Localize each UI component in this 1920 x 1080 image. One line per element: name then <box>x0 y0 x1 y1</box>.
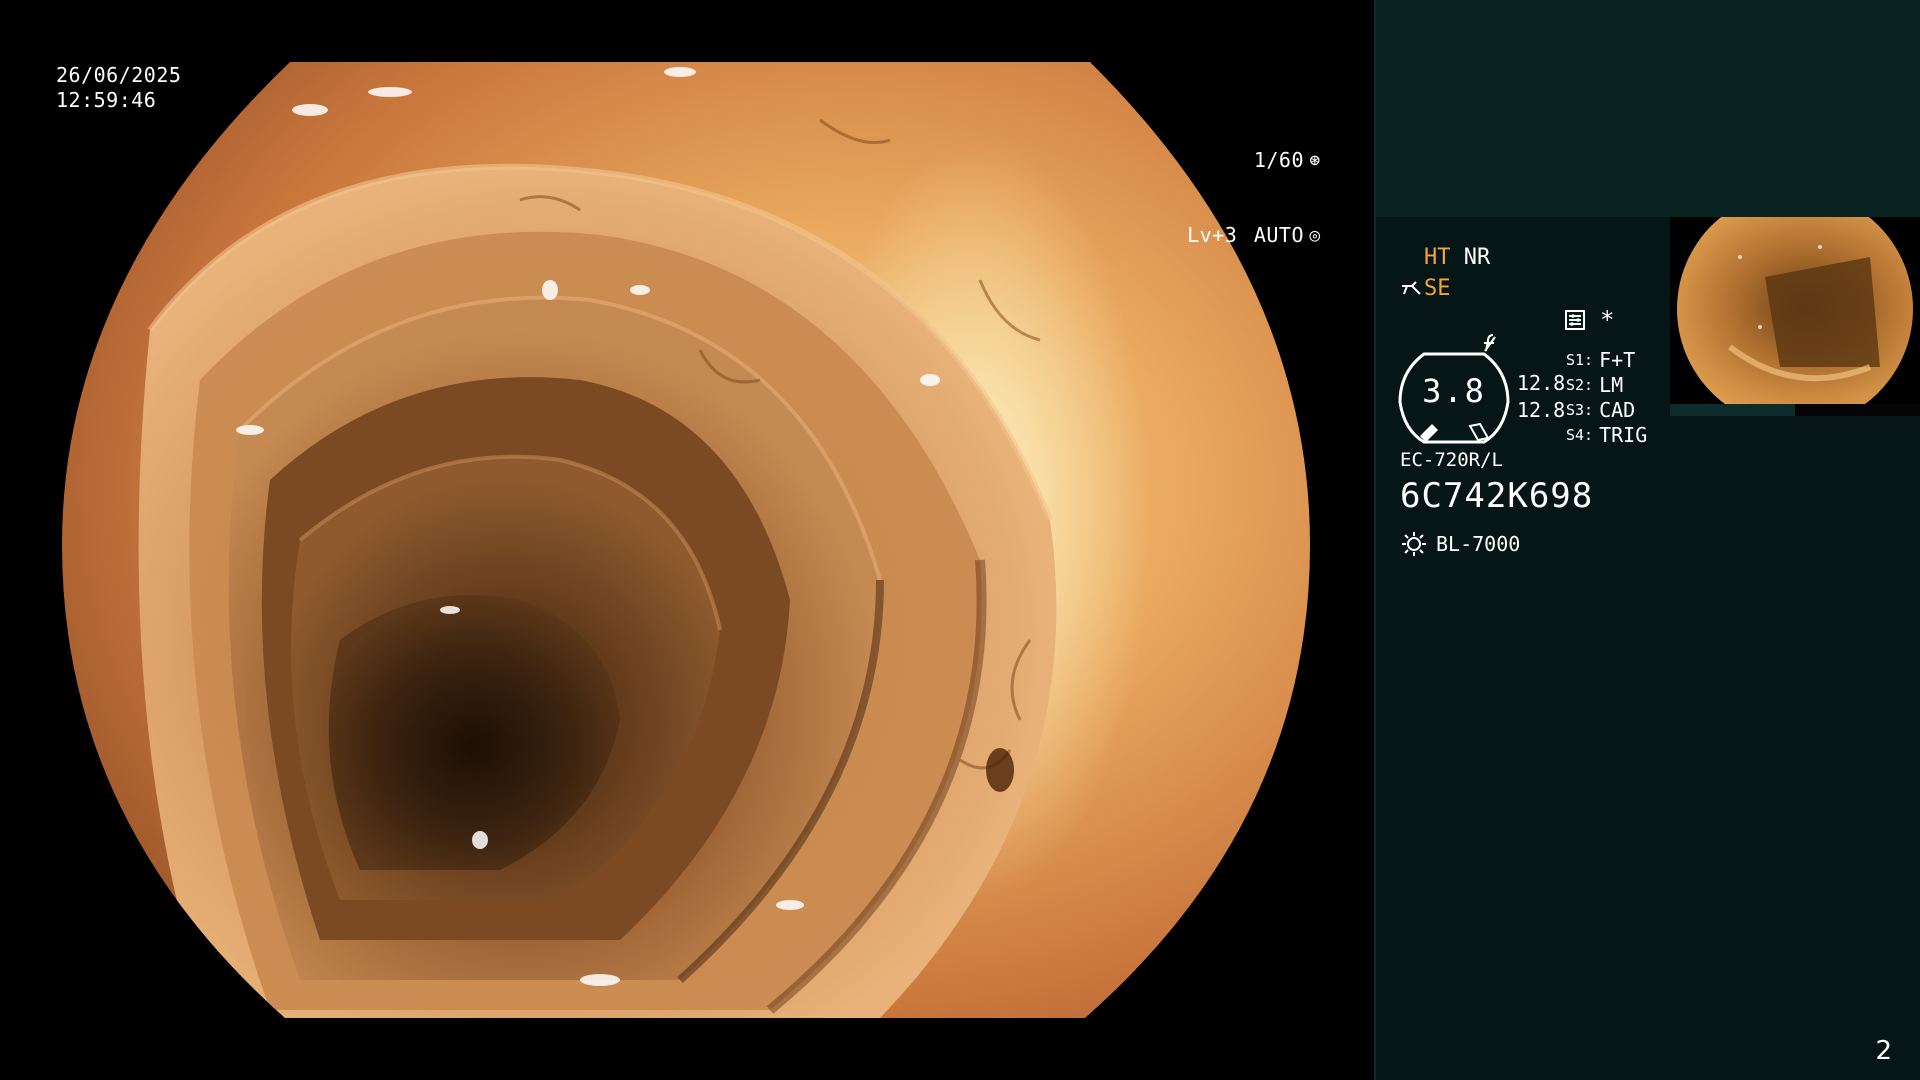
switch-key: S4: <box>1566 426 1594 444</box>
date-text: 26/06/2025 <box>56 63 182 87</box>
gauge-side-values: 12.8 12.8 <box>1517 370 1565 424</box>
lamp-label: BL-7000 <box>1436 532 1521 556</box>
gauge-side-value: 12.8 <box>1517 398 1566 422</box>
thumbnail-status-segment <box>1670 404 1795 416</box>
aperture-icon: ⊛ <box>1309 150 1321 171</box>
settings-icon <box>1565 310 1585 330</box>
endoscopy-screen: 26/06/2025 12:59:46 1/60 ⊛ Lv+3 AUTO ◎ HT… <box>0 0 1920 1080</box>
capture-thumbnail[interactable] <box>1670 217 1920 415</box>
structure-enhance-icon <box>1402 280 1421 295</box>
enhancement-row: HT NR <box>1424 245 1490 270</box>
settings-row: * <box>1564 306 1614 334</box>
switch-key: S3: <box>1566 401 1594 419</box>
lamp-icon <box>1402 532 1426 556</box>
iris-icon: ◎ <box>1309 225 1321 246</box>
info-panel: HT NR SE * 3.8 12.8 12.8 S1: F+T S2: LM … <box>1374 0 1920 1080</box>
panel-divider <box>1374 0 1376 1080</box>
switch-item: S3: CAD <box>1566 398 1647 423</box>
switch-value: TRIG <box>1599 423 1648 447</box>
switch-value: F+T <box>1599 348 1636 372</box>
panel-top-area <box>1374 0 1920 217</box>
scope-model: EC-720R/L <box>1400 449 1503 471</box>
colon-lumen-image <box>62 62 1310 1018</box>
light-source-row: BL-7000 <box>1400 530 1520 558</box>
se-row: SE <box>1400 276 1451 301</box>
gauge-side-value: 12.8 <box>1517 371 1566 395</box>
switch-item: S4: TRIG <box>1566 423 1647 448</box>
switch-key: S1: <box>1566 351 1594 369</box>
thumbnail-image <box>1670 217 1920 415</box>
time-text: 12:59:46 <box>56 88 157 112</box>
exposure-readout: 1/60 ⊛ Lv+3 AUTO ◎ <box>1187 98 1324 298</box>
page-number: 2 <box>1875 1036 1892 1066</box>
switch-item: S1: F+T <box>1566 348 1647 373</box>
level-text: Lv+3 <box>1187 223 1238 247</box>
shutter-text: 1/60 <box>1253 148 1304 172</box>
switch-value: LM <box>1599 373 1624 397</box>
endoscope-view: 26/06/2025 12:59:46 1/60 ⊛ Lv+3 AUTO ◎ <box>0 0 1374 1080</box>
ht-label: HT <box>1424 245 1451 270</box>
switch-item: S2: LM <box>1566 373 1647 398</box>
se-label: SE <box>1424 276 1451 301</box>
nr-label: NR <box>1463 245 1491 270</box>
color-mode-icon <box>1484 334 1497 352</box>
scope-switch-list: S1: F+T S2: LM S3: CAD S4: TRIG <box>1566 348 1647 448</box>
thumbnail-status-bar <box>1670 404 1920 416</box>
switch-value: CAD <box>1599 398 1636 422</box>
date-time-readout: 26/06/2025 12:59:46 <box>56 63 181 113</box>
star-marker: * <box>1600 306 1615 334</box>
mode-text: AUTO <box>1253 223 1304 247</box>
switch-key: S2: <box>1566 376 1594 394</box>
scope-serial: 6C742K698 <box>1400 476 1594 516</box>
gauge-value: 3.8 <box>1422 372 1486 410</box>
